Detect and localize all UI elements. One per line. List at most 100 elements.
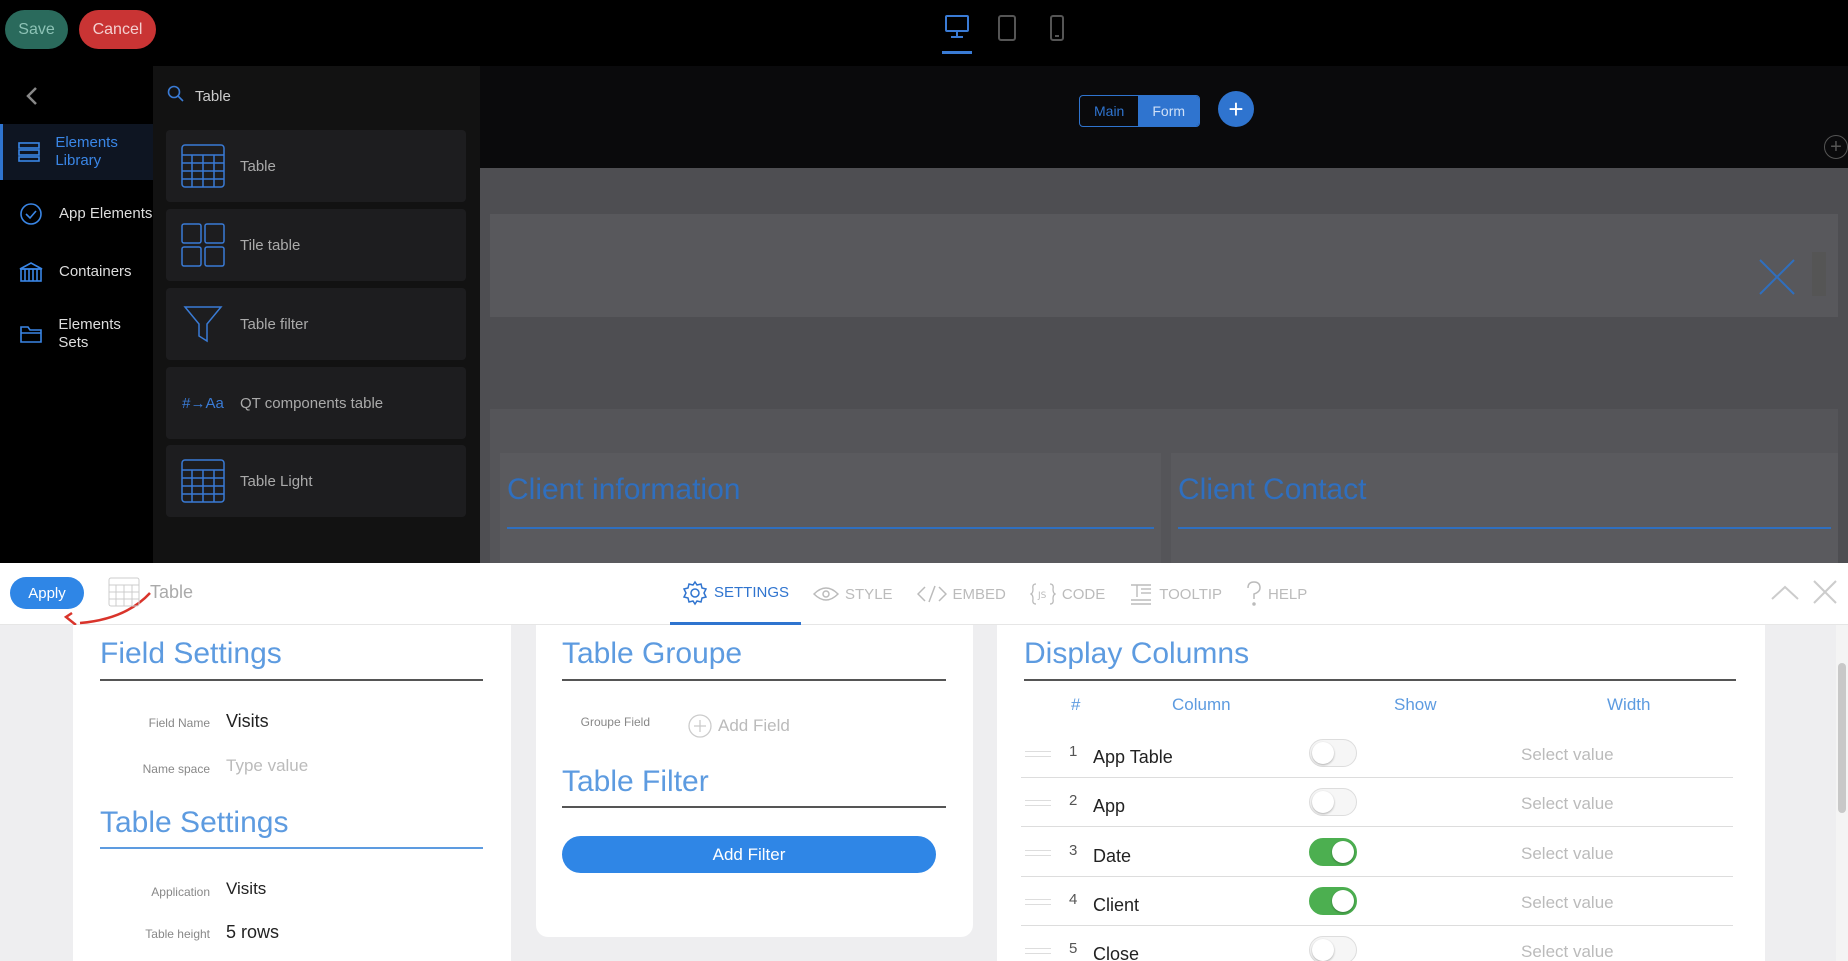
width-select[interactable]: Select value [1521,794,1614,814]
tile-grid-icon [180,222,226,268]
library-item-tile-table[interactable]: Tile table [166,209,466,281]
row-number: 4 [1069,891,1078,908]
tab-tooltip[interactable]: TOOLTIP [1117,563,1234,625]
table-grid-icon [180,458,226,504]
section-title: Table Settings [100,806,289,839]
display-columns-column: Display Columns # Column Show Width 1 Ap… [997,625,1765,961]
namespace-input[interactable]: Type value [226,756,308,776]
save-button[interactable]: Save [5,10,68,49]
sidebar-item-containers[interactable]: Containers [0,250,153,294]
library-item-label: Table filter [240,315,309,333]
search-input[interactable]: Table [195,88,231,105]
library-item-table-filter[interactable]: Table filter [166,288,466,360]
settings-panel-header: Apply Table SETTINGS STYLE EMBED JS CODE… [0,563,1848,626]
width-select[interactable]: Select value [1521,745,1614,765]
library-item-label: Table Light [240,472,313,490]
tab-embed[interactable]: EMBED [905,563,1018,625]
width-select[interactable]: Select value [1521,942,1614,961]
collapse-panel-icon[interactable] [1770,579,1800,609]
row-number: 1 [1069,743,1078,760]
selected-table-element[interactable] [490,214,1838,317]
funnel-icon [180,301,226,347]
show-toggle[interactable] [1309,887,1357,915]
table-grid-icon [108,577,140,607]
add-row-icon[interactable]: + [1824,135,1848,159]
show-toggle[interactable] [1309,936,1357,961]
form-preview: Client information Client Contact [480,168,1848,569]
column-name: Date [1093,846,1132,866]
card-title: Client Contact [1178,473,1367,506]
scrollbar-thumb[interactable] [1838,663,1846,813]
cancel-button[interactable]: Cancel [79,10,156,49]
namespace-label: Name space [142,762,210,776]
library-item-qt-components-table[interactable]: #→Aa QT components table [166,367,466,439]
show-toggle[interactable] [1309,788,1357,816]
table-row: 1 App Table Select value [1021,729,1733,778]
card-divider [507,527,1154,529]
drag-handle-icon[interactable] [1025,948,1051,954]
tab-code[interactable]: JS CODE [1018,563,1117,625]
back-arrow-icon[interactable] [20,84,44,108]
tab-label: SETTINGS [714,584,790,601]
tab-main[interactable]: Main [1080,96,1138,126]
sidebar-item-app-elements[interactable]: App Elements [0,186,153,242]
section-title: Field Settings [100,637,282,670]
column-name: App Table [1093,747,1173,767]
library-item-label: Tile table [240,236,301,254]
drag-handle-icon[interactable] [1025,800,1051,806]
section-title: Display Columns [1024,637,1250,670]
library-search[interactable]: Table [167,82,231,105]
section-divider [562,806,946,808]
column-name: Client [1093,895,1140,915]
tab-label: CODE [1061,585,1106,603]
width-select[interactable]: Select value [1521,844,1614,864]
table-row: 4 Client Select value [1021,877,1733,926]
tab-label: TOOLTIP [1159,585,1223,603]
left-navigation: Elements Library App Elements Containers… [0,66,153,563]
tab-label: HELP [1268,585,1308,603]
drag-handle-icon[interactable] [1025,850,1051,856]
table-row: 2 App Select value [1021,778,1733,827]
mobile-icon[interactable] [1042,14,1072,48]
section-divider [1024,679,1736,681]
table-height-select[interactable]: 5 rows [226,922,279,943]
width-select[interactable]: Select value [1521,893,1614,913]
show-toggle[interactable] [1309,838,1357,866]
column-name: App [1093,796,1126,816]
sidebar-item-label: Elements Library [55,134,118,169]
add-field-label: Add Field [718,716,790,735]
library-item-table-light[interactable]: Table Light [166,445,466,517]
section-divider [100,679,483,681]
application-select[interactable]: Visits [226,879,266,899]
tab-style[interactable]: STYLE [801,563,905,625]
add-filter-button[interactable]: Add Filter [562,836,936,873]
tablet-icon[interactable] [992,14,1022,48]
js-code-icon: JS [1029,583,1056,605]
tab-form[interactable]: Form [1138,96,1200,126]
library-item-table[interactable]: Table [166,130,466,202]
sidebar-item-label: App Elements [59,205,153,222]
elements-library-panel: Table Table Tile table Table filter #→Aa… [153,66,480,563]
close-icon[interactable] [1756,256,1798,298]
show-toggle[interactable] [1309,739,1357,767]
application-label: Application [151,885,210,899]
sidebar-item-elements-library[interactable]: Elements Library [0,124,153,180]
tab-settings[interactable]: SETTINGS [670,563,802,625]
element-scrollbar[interactable] [1812,252,1826,296]
field-name-input[interactable]: Visits [226,711,269,732]
library-item-label: QT components table [240,394,384,412]
panel-scrollbar[interactable] [1836,625,1848,961]
add-view-button[interactable]: + [1218,91,1254,127]
drag-handle-icon[interactable] [1025,899,1051,905]
add-field-button[interactable]: Add Field [688,714,790,738]
close-panel-icon[interactable] [1812,579,1838,605]
design-canvas: Main Form + + Client information Client … [480,66,1848,569]
tab-label: STYLE [845,585,893,603]
desktop-icon[interactable] [942,14,972,54]
column-header-width: Width [1607,695,1651,714]
tab-help[interactable]: HELP [1234,563,1319,625]
sidebar-item-elements-sets[interactable]: Elements Sets [0,306,153,362]
drag-handle-icon[interactable] [1025,751,1051,757]
client-information-card[interactable]: Client information [500,453,1161,568]
client-contact-card[interactable]: Client Contact [1171,453,1838,568]
